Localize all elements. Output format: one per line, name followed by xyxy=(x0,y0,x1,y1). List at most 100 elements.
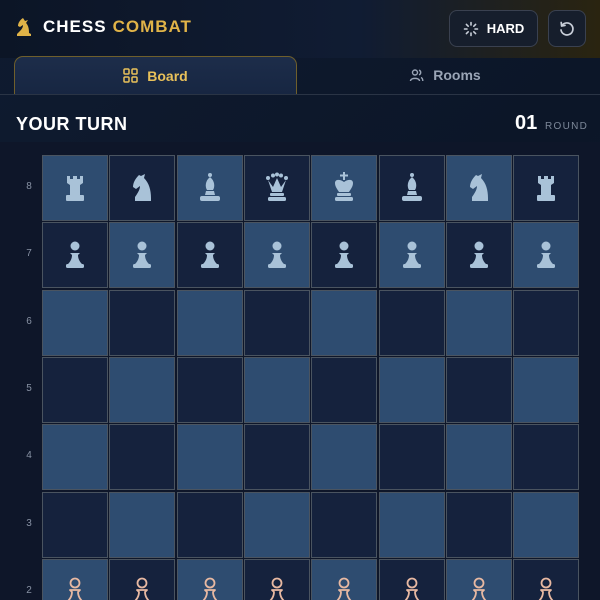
chess-board xyxy=(42,155,580,600)
square-b4[interactable] xyxy=(109,424,176,491)
square-g4[interactable] xyxy=(445,424,512,491)
square-b7[interactable] xyxy=(109,222,176,289)
player-pawn-icon xyxy=(124,574,160,600)
square-d2[interactable] xyxy=(243,558,310,600)
opponent-king-icon xyxy=(326,170,362,206)
logo: CHESS COMBAT xyxy=(14,16,192,38)
opponent-knight-icon xyxy=(124,170,160,206)
rank-label-6: 6 xyxy=(26,315,32,327)
square-d8[interactable] xyxy=(243,155,310,221)
square-h4[interactable] xyxy=(513,424,580,491)
square-d7[interactable] xyxy=(243,222,310,289)
player-pawn-icon xyxy=(528,574,564,600)
square-a8[interactable] xyxy=(42,155,108,221)
rank-label-2: 2 xyxy=(26,584,32,596)
square-c5[interactable] xyxy=(176,356,243,423)
opponent-pawn-icon xyxy=(461,237,497,273)
square-d6[interactable] xyxy=(243,289,310,356)
opponent-bishop-icon xyxy=(394,170,430,206)
square-g8[interactable] xyxy=(445,155,512,221)
opponent-pawn-icon xyxy=(394,237,430,273)
square-g5[interactable] xyxy=(445,356,512,423)
square-e8[interactable] xyxy=(311,155,378,221)
opponent-queen-icon xyxy=(259,170,295,206)
square-b6[interactable] xyxy=(109,289,176,356)
brand-accent: COMBAT xyxy=(112,17,192,36)
app-title: CHESS COMBAT xyxy=(43,17,192,37)
reset-button[interactable] xyxy=(548,10,586,47)
square-g7[interactable] xyxy=(445,222,512,289)
opponent-pawn-icon xyxy=(192,237,228,273)
turn-indicator: YOUR TURN xyxy=(16,114,128,134)
tab-board[interactable]: Board xyxy=(14,56,297,94)
square-b5[interactable] xyxy=(109,356,176,423)
rotate-ccw-icon xyxy=(560,21,574,36)
difficulty-label: HARD xyxy=(486,21,525,36)
square-f2[interactable] xyxy=(378,558,445,600)
opponent-pawn-icon xyxy=(124,237,160,273)
opponent-rook-icon xyxy=(528,170,564,206)
square-f4[interactable] xyxy=(378,424,445,491)
square-e4[interactable] xyxy=(311,424,378,491)
tab-rooms-label: Rooms xyxy=(433,67,481,83)
square-a2[interactable] xyxy=(42,558,108,600)
square-h5[interactable] xyxy=(513,356,580,423)
player-pawn-icon xyxy=(394,574,430,600)
grid-icon xyxy=(123,68,139,83)
square-c6[interactable] xyxy=(176,289,243,356)
opponent-pawn-icon xyxy=(259,237,295,273)
square-a7[interactable] xyxy=(42,222,108,289)
square-e7[interactable] xyxy=(311,222,378,289)
app: CHESS COMBAT HARD Board Rooms YOUR TURN … xyxy=(0,0,600,600)
square-c2[interactable] xyxy=(176,558,243,600)
tab-rooms[interactable]: Rooms xyxy=(304,56,586,94)
square-e3[interactable] xyxy=(311,491,378,558)
square-b8[interactable] xyxy=(109,155,176,221)
rank-label-4: 4 xyxy=(26,450,32,462)
spinner-icon xyxy=(463,21,479,36)
square-h7[interactable] xyxy=(513,222,580,289)
player-pawn-icon xyxy=(259,574,295,600)
square-d5[interactable] xyxy=(243,356,310,423)
square-a4[interactable] xyxy=(42,424,108,491)
tab-divider xyxy=(0,94,600,95)
knight-logo-icon xyxy=(17,18,31,36)
square-h2[interactable] xyxy=(513,558,580,600)
square-c8[interactable] xyxy=(176,155,243,221)
rank-label-8: 8 xyxy=(26,181,32,192)
square-b2[interactable] xyxy=(109,558,176,600)
square-e6[interactable] xyxy=(311,289,378,356)
player-pawn-icon xyxy=(57,574,93,600)
square-g6[interactable] xyxy=(445,289,512,356)
square-a3[interactable] xyxy=(42,491,108,558)
square-f8[interactable] xyxy=(378,155,445,221)
square-c4[interactable] xyxy=(176,424,243,491)
difficulty-button[interactable]: HARD xyxy=(449,10,538,47)
square-b3[interactable] xyxy=(109,491,176,558)
rank-label-3: 3 xyxy=(26,517,32,529)
square-f7[interactable] xyxy=(378,222,445,289)
square-e5[interactable] xyxy=(311,356,378,423)
square-d3[interactable] xyxy=(243,491,310,558)
square-a5[interactable] xyxy=(42,356,108,423)
square-a6[interactable] xyxy=(42,289,108,356)
square-f3[interactable] xyxy=(378,491,445,558)
round-number: 01 xyxy=(515,112,538,134)
square-h8[interactable] xyxy=(513,155,580,221)
square-c3[interactable] xyxy=(176,491,243,558)
square-g2[interactable] xyxy=(445,558,512,600)
opponent-pawn-icon xyxy=(326,237,362,273)
square-c7[interactable] xyxy=(176,222,243,289)
opponent-knight-icon xyxy=(461,170,497,206)
opponent-pawn-icon xyxy=(528,237,564,273)
opponent-pawn-icon xyxy=(57,237,93,273)
square-f6[interactable] xyxy=(378,289,445,356)
rank-label-7: 7 xyxy=(26,248,32,260)
square-e2[interactable] xyxy=(311,558,378,600)
square-h3[interactable] xyxy=(513,491,580,558)
square-f5[interactable] xyxy=(378,356,445,423)
square-h6[interactable] xyxy=(513,289,580,356)
square-g3[interactable] xyxy=(445,491,512,558)
header: CHESS COMBAT HARD xyxy=(0,0,600,58)
square-d4[interactable] xyxy=(243,424,310,491)
